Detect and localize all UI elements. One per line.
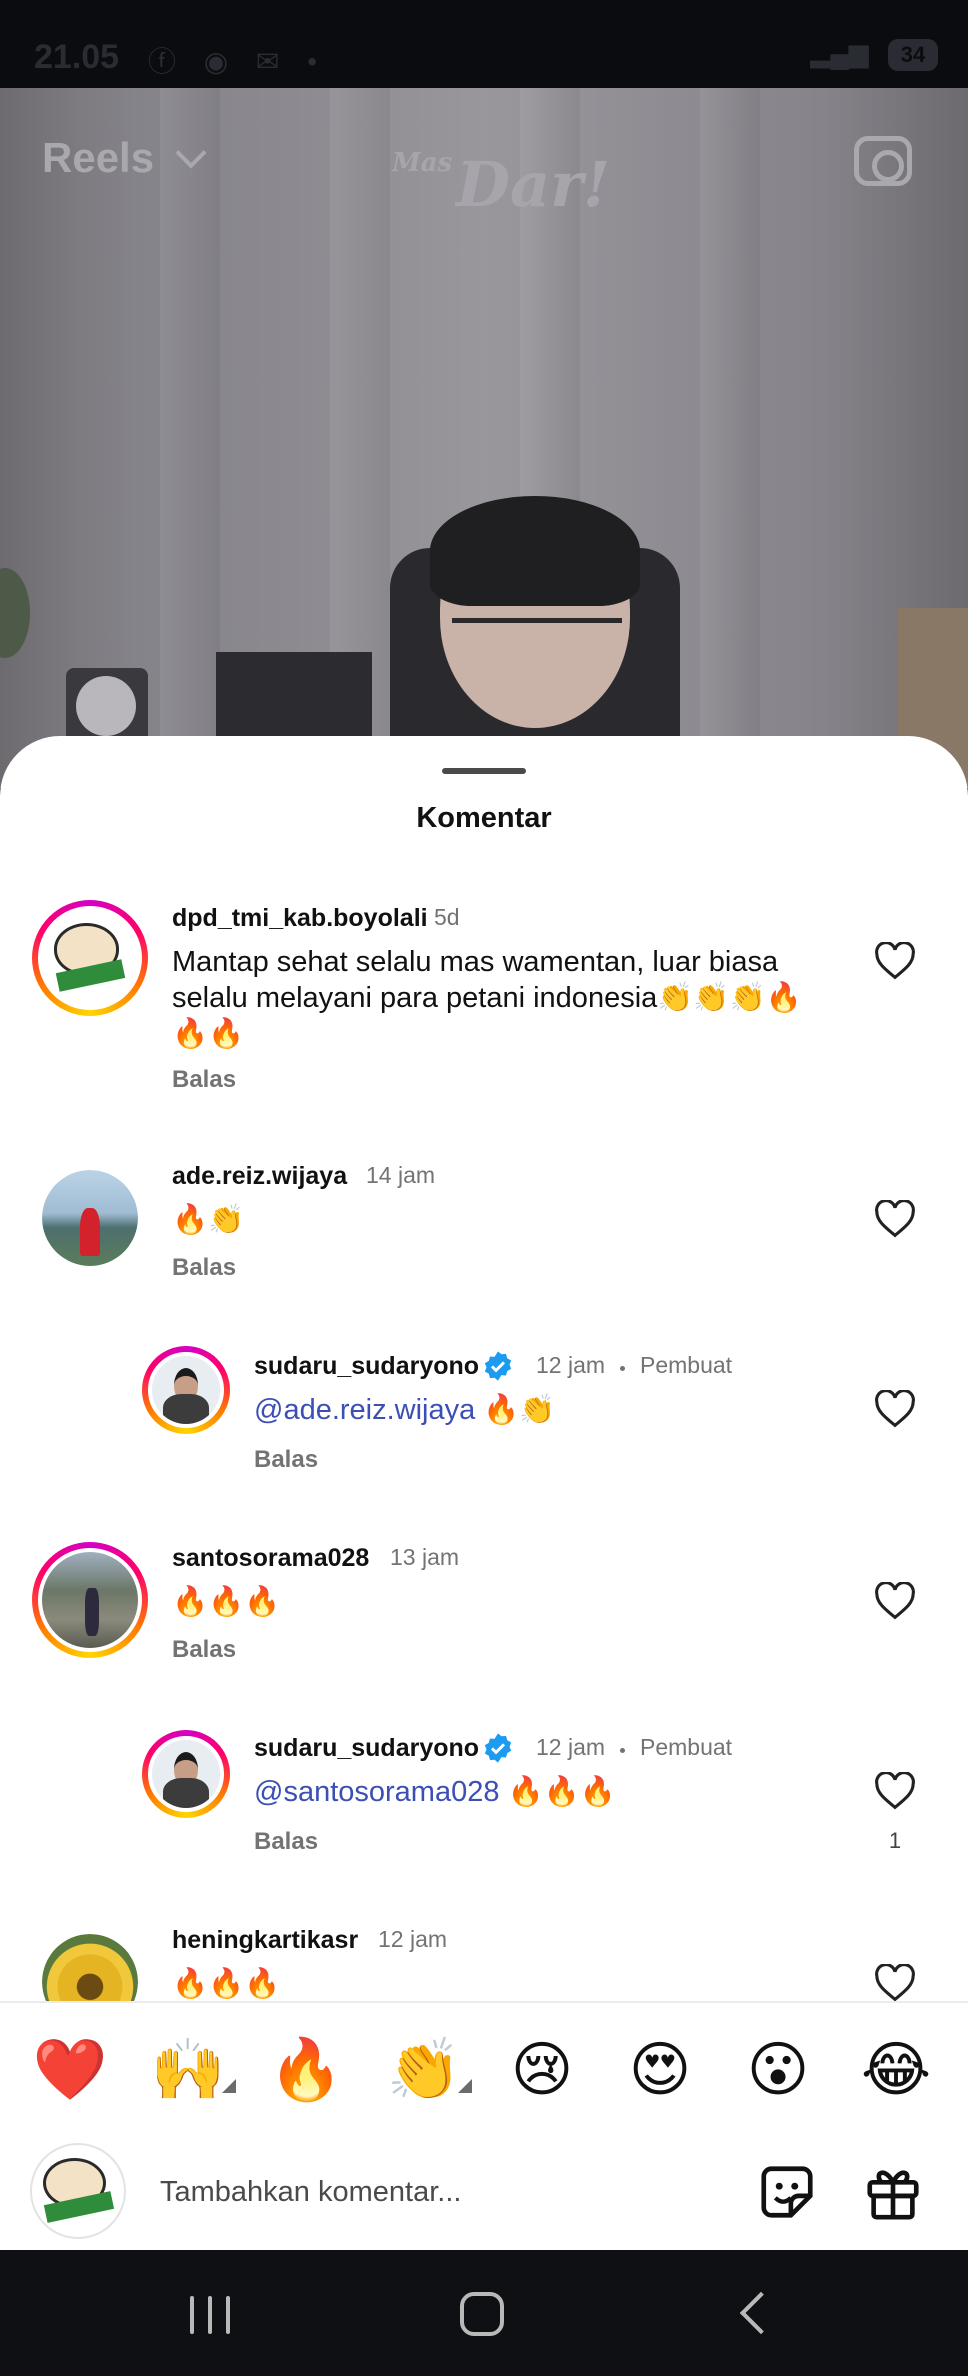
mention-link[interactable]: @ade.reiz.wijaya bbox=[254, 1394, 475, 1426]
creator-label: Pembuat bbox=[640, 1352, 733, 1378]
emoji-clapping[interactable]: 👏 bbox=[386, 2035, 462, 2105]
reply-button[interactable]: Balas bbox=[172, 1254, 236, 1282]
verified-badge-icon bbox=[484, 1351, 512, 1381]
comment-text: @ade.reiz.wijaya 🔥👏 bbox=[254, 1394, 556, 1426]
avatar[interactable] bbox=[142, 1346, 230, 1434]
comment-time: 13 jam bbox=[390, 1544, 460, 1570]
brand-logo: MasDar! bbox=[392, 148, 611, 221]
like-heart-icon[interactable] bbox=[874, 1964, 916, 2002]
comment-text: Mantap sehat selalu mas wamentan, luar b… bbox=[172, 946, 802, 1050]
drag-handle[interactable] bbox=[442, 768, 526, 774]
verified-badge-icon bbox=[484, 1733, 512, 1763]
sheet-title: Komentar bbox=[416, 802, 552, 834]
back-icon[interactable] bbox=[739, 2291, 783, 2335]
comment-text: @santosorama028 🔥🔥🔥 bbox=[254, 1776, 616, 1808]
comment-text: 🔥🔥🔥 bbox=[172, 1968, 281, 2000]
comment-time: 5d bbox=[434, 904, 460, 930]
comment-time: 12 jam bbox=[536, 1734, 606, 1760]
comment-username[interactable]: sudaru_sudaryono bbox=[254, 1352, 479, 1381]
avatar[interactable] bbox=[32, 1542, 148, 1658]
plant bbox=[0, 568, 30, 658]
like-heart-icon[interactable] bbox=[874, 1582, 916, 1620]
comment-username[interactable]: santosorama028 bbox=[172, 1544, 369, 1573]
comment-composer bbox=[0, 2131, 968, 2249]
separator-dot bbox=[620, 1366, 625, 1371]
emoji-surprised[interactable]: 😮 bbox=[740, 2035, 816, 2105]
comment-text: 🔥🔥🔥 bbox=[172, 1586, 281, 1618]
like-heart-icon[interactable] bbox=[874, 1200, 916, 1238]
emoji-variant-indicator bbox=[458, 2079, 472, 2093]
comment-text: 🔥👏 bbox=[172, 1204, 245, 1236]
creator-label: Pembuat bbox=[640, 1734, 733, 1760]
like-heart-icon[interactable] bbox=[874, 1390, 916, 1428]
battery-icon: 34 bbox=[888, 39, 938, 71]
own-avatar bbox=[30, 2143, 126, 2239]
comment-input[interactable] bbox=[160, 2167, 720, 2217]
mention-link[interactable]: @santosorama028 bbox=[254, 1776, 499, 1808]
comment-username[interactable]: sudaru_sudaryono bbox=[254, 1734, 479, 1763]
comment-time: 12 jam bbox=[536, 1352, 606, 1378]
recent-apps-icon[interactable] bbox=[190, 2296, 232, 2334]
status-indicators: ▂▄▆ 34 bbox=[810, 38, 938, 71]
emoji-fire[interactable]: 🔥 bbox=[268, 2035, 344, 2105]
separator-dot bbox=[620, 1748, 625, 1753]
gift-icon[interactable] bbox=[862, 2161, 924, 2223]
reel-video[interactable]: Reels MasDar! bbox=[0, 88, 968, 788]
emoji-heart[interactable]: ❤️ bbox=[32, 2035, 108, 2105]
avatar[interactable] bbox=[42, 1170, 138, 1266]
comment-time: 12 jam bbox=[378, 1926, 448, 1952]
emoji-laughing[interactable]: 😂 bbox=[858, 2035, 934, 2105]
avatar[interactable] bbox=[32, 900, 148, 1016]
like-heart-icon[interactable] bbox=[874, 942, 916, 980]
signal-icon: ▂▄▆ bbox=[810, 38, 869, 68]
camera-icon[interactable] bbox=[854, 136, 912, 186]
comment-username[interactable]: ade.reiz.wijaya bbox=[172, 1162, 347, 1191]
reels-title[interactable]: Reels bbox=[42, 134, 154, 182]
reply-button[interactable]: Balas bbox=[172, 1636, 236, 1664]
like-heart-icon[interactable] bbox=[874, 1772, 916, 1810]
emoji-raising-hands[interactable]: 🙌 bbox=[150, 2035, 226, 2105]
reply-button[interactable]: Balas bbox=[254, 1446, 318, 1474]
notification-icons: ⓕ ◉ ✉ • bbox=[148, 46, 328, 77]
emoji-heart-eyes[interactable]: 😍 bbox=[622, 2035, 698, 2105]
comment-username[interactable]: heningkartikasr bbox=[172, 1926, 358, 1955]
status-bar: 21.05 ⓕ ◉ ✉ • ▂▄▆ 34 bbox=[0, 0, 968, 88]
reply-button[interactable]: Balas bbox=[172, 1066, 236, 1094]
sticker-icon[interactable] bbox=[756, 2161, 818, 2223]
emoji-variant-indicator bbox=[222, 2079, 236, 2093]
system-navigation-bar bbox=[0, 2250, 968, 2376]
emoji-crying[interactable]: 😢 bbox=[504, 2035, 580, 2105]
comment-username[interactable]: dpd_tmi_kab.boyolali bbox=[172, 904, 428, 933]
reply-button[interactable]: Balas bbox=[254, 1828, 318, 1856]
comment-time: 14 jam bbox=[366, 1162, 436, 1188]
status-time: 21.05 bbox=[34, 38, 120, 76]
like-count: 1 bbox=[888, 1828, 902, 1853]
emoji-reaction-bar: ❤️ 🙌 🔥 👏 😢 😍 😮 😂 bbox=[0, 2001, 968, 2131]
home-icon[interactable] bbox=[460, 2292, 504, 2336]
avatar[interactable] bbox=[142, 1730, 230, 1818]
